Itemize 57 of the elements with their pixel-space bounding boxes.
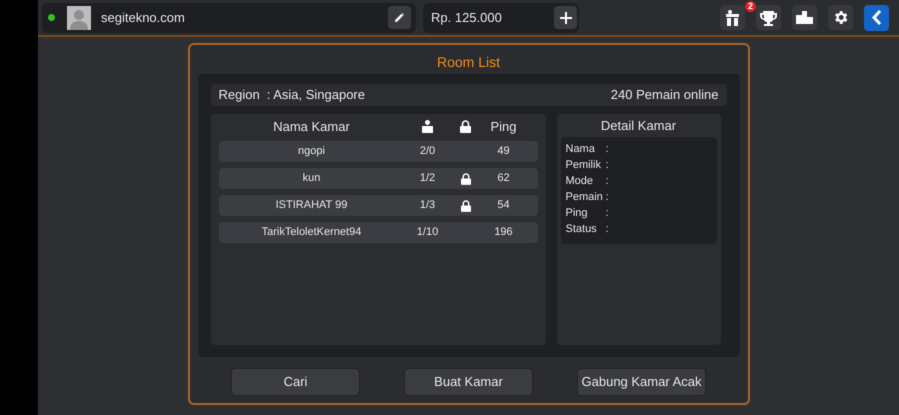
online-count: 240 Pemain online [610, 86, 718, 104]
back-icon [872, 10, 882, 25]
field-separator: : [606, 222, 609, 237]
settings-icon [832, 9, 849, 26]
table-cell-text: 49 [496, 144, 511, 160]
podium-icon [796, 11, 813, 24]
table-cell-text: TarikTeloletKernet94 [260, 225, 362, 240]
back-button[interactable] [864, 4, 889, 30]
player-icon [422, 120, 433, 133]
plus-icon [560, 12, 572, 24]
avatar-icon [67, 6, 91, 30]
table-cell-text: 62 [496, 171, 511, 186]
notification-badge: 2 [745, 1, 756, 12]
action-button[interactable]: Cari [231, 368, 360, 396]
table-cell-text: 54 [496, 198, 511, 214]
table-cell-text: ISTIRAHAT 99 [274, 198, 348, 214]
field-label: Ping [566, 206, 589, 221]
action-button[interactable]: Buat Kamar [404, 368, 533, 396]
lock-icon [460, 120, 471, 133]
detail-title: Detail Kamar [600, 116, 678, 135]
column-header: Ping [489, 118, 518, 136]
trophy-button[interactable] [756, 5, 781, 30]
field-label: Status [566, 222, 598, 237]
field-separator: : [606, 142, 609, 157]
gift-icon [725, 10, 740, 26]
field-separator: : [606, 206, 609, 221]
action-button[interactable]: Gabung Kamar Acak [577, 368, 706, 396]
settings-button[interactable] [828, 5, 853, 30]
region-label: Region [218, 86, 260, 104]
trophy-icon [760, 10, 777, 26]
room-row[interactable]: kun 1/2 62 [218, 168, 538, 189]
column-header: Nama Kamar [272, 118, 351, 136]
add-button[interactable] [554, 6, 577, 29]
leaderboard-button[interactable] [792, 5, 817, 30]
field-separator: : [606, 190, 609, 205]
table-cell-text: 2/0 [418, 144, 436, 160]
field-label: Pemilik [566, 158, 602, 173]
pencil-icon [394, 12, 405, 23]
table-cell-text: 1/2 [418, 171, 436, 186]
field-label: Nama [566, 142, 596, 157]
field-separator: : [606, 174, 609, 189]
table-cell-text: 1/3 [418, 198, 436, 214]
dialog-title: Room List [436, 53, 502, 72]
table-cell-text: 1/10 [416, 225, 440, 240]
room-row[interactable]: TarikTeloletKernet94 1/10 196 [218, 222, 538, 243]
edit-button[interactable] [388, 6, 411, 29]
room-row[interactable]: ISTIRAHAT 99 1/3 54 [218, 195, 538, 216]
field-label: Pemain [566, 190, 604, 205]
field-separator: : [606, 158, 609, 173]
table-cell-text: kun [302, 171, 322, 186]
region-value: : Asia, Singapore [266, 86, 366, 104]
table-cell-text: ngopi [297, 144, 326, 160]
field-label: Mode [566, 174, 594, 189]
room-row[interactable]: ngopi 2/0 49 [218, 141, 538, 162]
username: segitekno.com [101, 8, 186, 27]
gift-button[interactable] [720, 5, 745, 30]
table-cell-text: 196 [493, 225, 514, 240]
